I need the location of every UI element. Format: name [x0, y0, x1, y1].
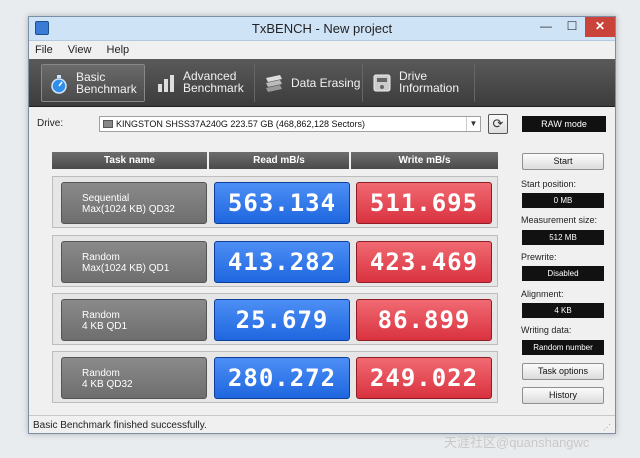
status-text: Basic Benchmark finished successfully. — [33, 420, 207, 431]
tab-advanced-label: Advanced Benchmark — [183, 69, 244, 95]
menu-view[interactable]: View — [62, 41, 98, 56]
drive-icon — [103, 120, 113, 128]
tab-drive-information[interactable]: Drive Information — [365, 64, 475, 102]
tab-advanced-benchmark[interactable]: Advanced Benchmark — [149, 64, 255, 102]
writing-data-label: Writing data: — [521, 325, 572, 335]
minimize-button[interactable]: — — [533, 17, 559, 37]
task-button[interactable]: Random 4 KB QD32 — [61, 357, 207, 399]
tab-erasing-label: Data Erasing — [291, 76, 361, 90]
start-button[interactable]: Start — [522, 153, 604, 170]
result-row: Random Max(1024 KB) QD1 413.282 423.469 — [52, 235, 498, 287]
tab-basic-benchmark[interactable]: Basic Benchmark — [41, 64, 145, 102]
refresh-button[interactable]: ⟳ — [488, 114, 508, 134]
app-window: TxBENCH - New project — ☐ ✕ File View He… — [28, 16, 616, 434]
start-position-label: Start position: — [521, 179, 577, 189]
write-value: 86.899 — [356, 299, 492, 341]
bar-chart-icon — [158, 75, 174, 92]
window-title: TxBENCH - New project — [251, 21, 393, 36]
title-bar[interactable]: TxBENCH - New project — ☐ ✕ — [29, 17, 615, 41]
drive-info-icon — [373, 74, 391, 92]
drive-selected-text: KINGSTON SHSS37A240G 223.57 GB (468,862,… — [116, 119, 365, 129]
mode-toolbar: Basic Benchmark Advanced Benchmark Data … — [29, 59, 615, 107]
stopwatch-icon — [51, 75, 67, 94]
watermark: 天涯社区@quanshangwc — [444, 435, 590, 450]
measurement-size-label: Measurement size: — [521, 215, 598, 225]
read-value: 280.272 — [214, 357, 350, 399]
alignment-field[interactable]: 4 KB — [522, 303, 604, 318]
header-task-name: Task name — [52, 152, 207, 169]
read-value: 563.134 — [214, 182, 350, 224]
read-value: 25.679 — [214, 299, 350, 341]
task-button[interactable]: Random Max(1024 KB) QD1 — [61, 241, 207, 283]
menu-help[interactable]: Help — [101, 41, 136, 56]
write-value: 511.695 — [356, 182, 492, 224]
chevron-down-icon[interactable]: ▼ — [466, 117, 480, 131]
menu-file[interactable]: File — [29, 41, 59, 56]
header-write: Write mB/s — [351, 152, 498, 169]
drive-label: Drive: — [37, 118, 64, 129]
tab-basic-label: Basic Benchmark — [76, 70, 137, 96]
prewrite-field[interactable]: Disabled — [522, 266, 604, 281]
tab-data-erasing[interactable]: Data Erasing — [257, 64, 363, 102]
task-button[interactable]: Sequential Max(1024 KB) QD32 — [61, 182, 207, 224]
menu-bar: File View Help — [29, 41, 615, 59]
refresh-icon: ⟳ — [492, 116, 504, 131]
writing-data-field[interactable]: Random number — [522, 340, 604, 355]
maximize-button[interactable]: ☐ — [559, 17, 585, 37]
result-row: Random 4 KB QD1 25.679 86.899 — [52, 293, 498, 345]
write-value: 249.022 — [356, 357, 492, 399]
prewrite-label: Prewrite: — [521, 252, 557, 262]
drive-select[interactable]: KINGSTON SHSS37A240G 223.57 GB (468,862,… — [99, 116, 481, 132]
alignment-label: Alignment: — [521, 289, 564, 299]
result-row: Sequential Max(1024 KB) QD32 563.134 511… — [52, 176, 498, 228]
result-row: Random 4 KB QD32 280.272 249.022 — [52, 351, 498, 403]
history-button[interactable]: History — [522, 387, 604, 404]
header-read: Read mB/s — [209, 152, 349, 169]
close-button[interactable]: ✕ — [585, 17, 615, 37]
eraser-icon — [266, 75, 282, 92]
measurement-size-field[interactable]: 512 MB — [522, 230, 604, 245]
read-value: 413.282 — [214, 241, 350, 283]
resize-grip-icon[interactable]: ⋰ — [603, 423, 613, 433]
write-value: 423.469 — [356, 241, 492, 283]
raw-mode-button[interactable]: RAW mode — [522, 116, 606, 132]
task-button[interactable]: Random 4 KB QD1 — [61, 299, 207, 341]
tab-drive-label: Drive Information — [399, 69, 460, 95]
start-position-field[interactable]: 0 MB — [522, 193, 604, 208]
task-options-button[interactable]: Task options — [522, 363, 604, 380]
